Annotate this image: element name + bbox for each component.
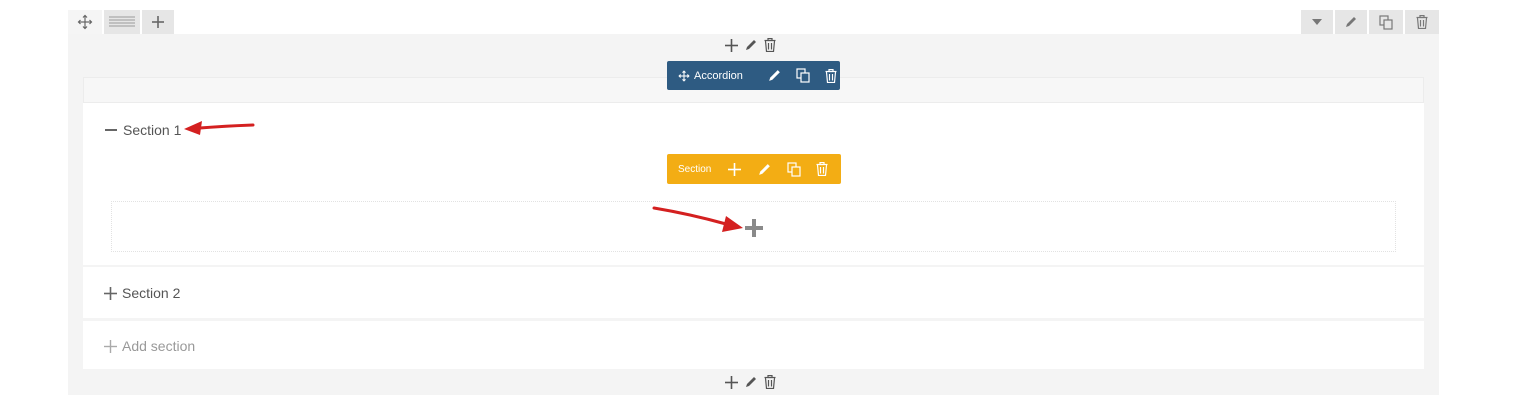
accordion-toolbar: Accordion [667,61,840,90]
pencil-icon [1346,17,1356,27]
element-controls-top [725,38,776,52]
section-1-title[interactable]: Section 1 [123,122,181,138]
add-section-panel [83,321,1424,369]
element-controls-bottom [725,375,776,389]
trash-icon[interactable] [764,375,776,389]
add-column-button[interactable] [142,10,174,34]
plus-icon[interactable] [725,375,738,389]
section-2-title[interactable]: Section 2 [122,285,180,301]
annotation-arrow-icon [652,206,743,232]
plus-icon[interactable] [104,340,117,353]
copy-icon[interactable] [787,161,801,177]
copy-icon [1379,14,1393,30]
row-layout-button[interactable] [104,10,140,34]
pencil-icon[interactable] [767,68,782,83]
caret-down-icon [1312,19,1322,25]
columns-icon [109,16,135,27]
pencil-icon[interactable] [757,162,772,177]
move-icon[interactable] [678,69,690,82]
annotation-arrow-icon [184,121,255,135]
pencil-icon[interactable] [744,375,758,389]
plus-icon[interactable] [728,162,742,176]
plus-icon [152,16,164,28]
row-edit-button[interactable] [1335,10,1367,34]
trash-icon[interactable] [764,38,776,52]
move-icon [77,14,93,30]
trash-icon[interactable] [816,162,828,176]
section-label: Section [678,163,712,175]
minus-icon[interactable] [105,129,117,131]
pencil-icon[interactable] [744,38,758,52]
trash-icon[interactable] [825,68,837,83]
row-delete-button[interactable] [1405,10,1439,34]
plus-icon[interactable] [725,38,738,52]
plus-icon[interactable] [104,287,117,300]
add-section-button[interactable]: Add section [122,338,195,354]
trash-icon [1416,15,1428,29]
accordion-label: Accordion [694,69,743,82]
section-2-panel [83,267,1424,318]
row-collapse-button[interactable] [1301,10,1333,34]
row-move-handle[interactable] [68,10,102,34]
section-toolbar: Section [667,154,841,184]
add-element-icon[interactable] [744,218,764,238]
copy-icon[interactable] [796,68,810,83]
row-clone-button[interactable] [1369,10,1403,34]
